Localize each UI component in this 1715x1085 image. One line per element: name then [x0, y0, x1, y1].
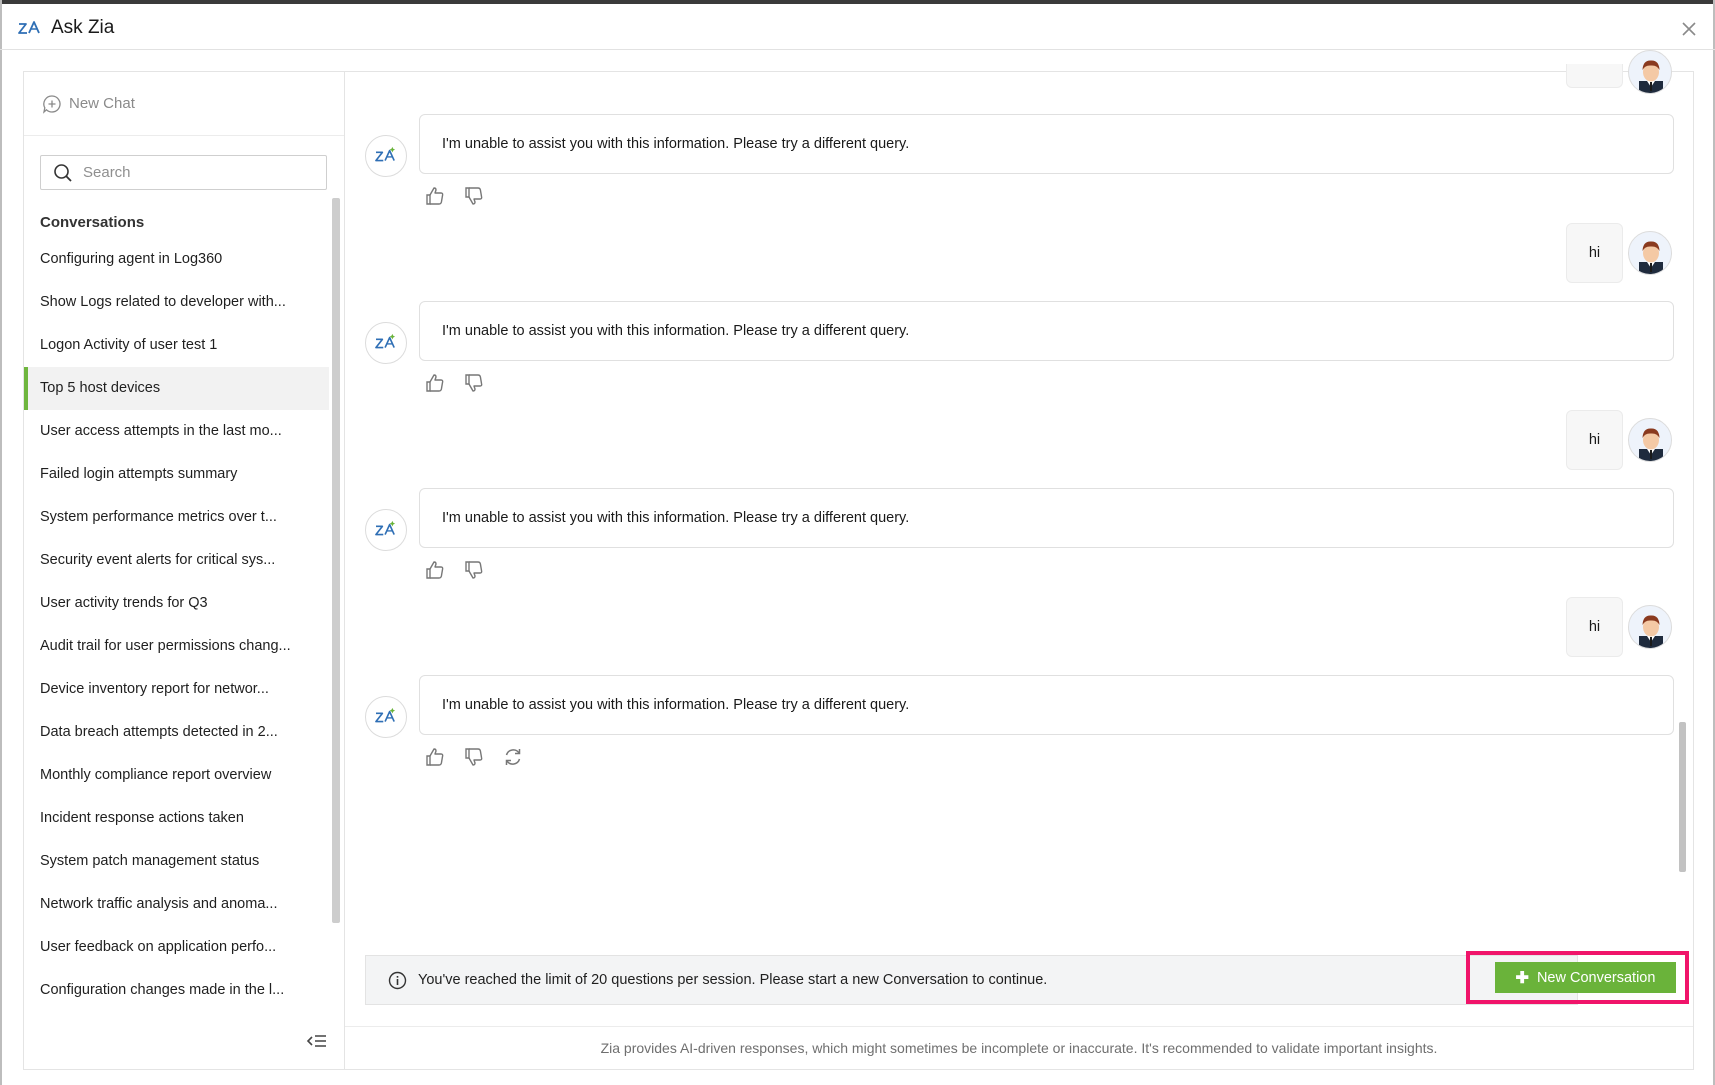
- thumbs-down-icon[interactable]: [463, 185, 485, 207]
- user-avatar: [1628, 231, 1672, 275]
- thumbs-up-icon[interactable]: [424, 559, 446, 581]
- chat-panel: New Chat Conversations Configuring agent…: [23, 50, 1694, 1070]
- user-message-bubble-partial: [1566, 64, 1623, 88]
- message-actions: [424, 185, 485, 207]
- conversation-item[interactable]: User access attempts in the last mo...: [24, 410, 329, 453]
- user-avatar: [1628, 418, 1672, 462]
- conversation-item[interactable]: Monthly compliance report overview: [24, 754, 329, 797]
- conversation-item[interactable]: Failed login attempts summary: [24, 453, 329, 496]
- conversation-item[interactable]: Configuring agent in Log360: [24, 238, 329, 281]
- bot-message-bubble: I'm unable to assist you with this infor…: [419, 675, 1674, 735]
- thumbs-down-icon[interactable]: [463, 746, 485, 768]
- message-actions: [424, 746, 524, 768]
- disclaimer-text: Zia provides AI-driven responses, which …: [600, 1040, 1438, 1056]
- new-chat-button[interactable]: New Chat: [24, 72, 344, 136]
- user-message-bubble: hi: [1566, 223, 1623, 283]
- search-box[interactable]: [40, 155, 327, 190]
- zia-avatar-icon: [365, 509, 407, 551]
- new-conversation-button[interactable]: ✚ New Conversation: [1495, 962, 1676, 993]
- message-actions: [424, 559, 485, 581]
- thumbs-down-icon[interactable]: [463, 559, 485, 581]
- window-left-edge: [0, 0, 2, 1085]
- bot-message-bubble: I'm unable to assist you with this infor…: [419, 301, 1674, 361]
- conversation-item[interactable]: Audit trail for user permissions chang..…: [24, 625, 329, 668]
- bot-message-bubble: I'm unable to assist you with this infor…: [419, 488, 1674, 548]
- conversation-item[interactable]: User feedback on application perfo...: [24, 926, 329, 969]
- bot-message-bubble: I'm unable to assist you with this infor…: [419, 114, 1674, 174]
- chat-main: I'm unable to assist you with this infor…: [345, 50, 1693, 1069]
- thumbs-up-icon[interactable]: [424, 746, 446, 768]
- dialog-title: Ask Zia: [51, 17, 115, 38]
- collapse-sidebar-icon[interactable]: [306, 1032, 328, 1050]
- conversation-item[interactable]: Top 5 host devices: [24, 367, 329, 410]
- new-conversation-label: New Conversation: [1536, 969, 1656, 986]
- thumbs-up-icon[interactable]: [424, 372, 446, 394]
- zia-avatar-icon: [365, 696, 407, 738]
- dialog-header: Ask Zia: [0, 4, 1715, 50]
- conversation-item[interactable]: Incident response actions taken: [24, 797, 329, 840]
- conversation-sidebar: New Chat Conversations Configuring agent…: [24, 72, 345, 1069]
- conversation-item[interactable]: Configuration changes made in the l...: [24, 969, 329, 1012]
- conversation-item[interactable]: Data breach attempts detected in 2...: [24, 711, 329, 754]
- info-icon: [388, 971, 407, 989]
- conversation-item[interactable]: System patch management status: [24, 840, 329, 883]
- conversations-heading: Conversations: [40, 214, 145, 231]
- sidebar-scrollbar[interactable]: [332, 198, 340, 923]
- refresh-icon[interactable]: [502, 746, 524, 768]
- chat-scrollbar[interactable]: [1679, 722, 1686, 872]
- search-icon: [54, 163, 72, 182]
- thumbs-down-icon[interactable]: [463, 372, 485, 394]
- zia-avatar-icon: [365, 322, 407, 364]
- user-avatar-icon: [1639, 60, 1663, 93]
- user-message-bubble: hi: [1566, 410, 1623, 470]
- zia-avatar-icon: [365, 135, 407, 177]
- limit-notice: You've reached the limit of 20 questions…: [365, 955, 1578, 1005]
- disclaimer-footer: Zia provides AI-driven responses, which …: [345, 1026, 1693, 1069]
- conversation-item[interactable]: System performance metrics over t...: [24, 496, 329, 539]
- user-message-bubble: hi: [1566, 597, 1623, 657]
- new-chat-label: New Chat: [69, 95, 135, 112]
- user-avatar: [1628, 605, 1672, 649]
- plus-icon: ✚: [1515, 969, 1529, 987]
- conversation-item[interactable]: User activity trends for Q3: [24, 582, 329, 625]
- conversation-item[interactable]: Logon Activity of user test 1: [24, 324, 329, 367]
- conversation-item[interactable]: Device inventory report for networ...: [24, 668, 329, 711]
- conversation-item[interactable]: Security event alerts for critical sys..…: [24, 539, 329, 582]
- conversation-item[interactable]: Network traffic analysis and anoma...: [24, 883, 329, 926]
- message-actions: [424, 372, 485, 394]
- zia-logo-icon: [18, 21, 40, 34]
- close-icon[interactable]: [1680, 20, 1698, 38]
- user-avatar-partial: [1628, 50, 1672, 94]
- conversation-item[interactable]: Show Logs related to developer with...: [24, 281, 329, 324]
- chat-plus-icon: [43, 94, 61, 114]
- conversation-list: Configuring agent in Log360 Show Logs rel…: [24, 238, 329, 1012]
- limit-notice-text: You've reached the limit of 20 questions…: [418, 972, 1048, 988]
- search-input[interactable]: [81, 163, 315, 182]
- thumbs-up-icon[interactable]: [424, 185, 446, 207]
